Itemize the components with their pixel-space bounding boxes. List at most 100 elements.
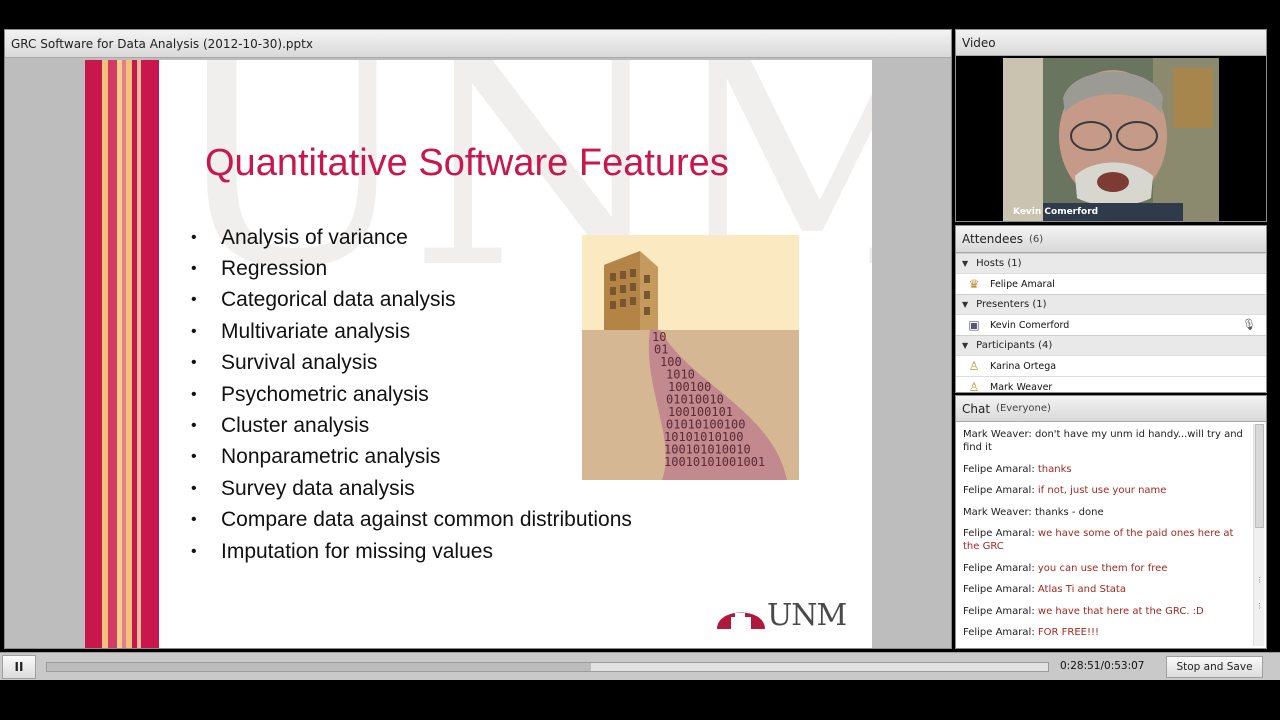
attendees-pod: Attendees (6) ▼ Hosts (1) ♛ Felipe Amaral ▼ P…	[955, 225, 1267, 393]
share-pod: GRC Software for Data Analysis (2012-10-…	[4, 29, 952, 649]
chat-pod-title: Chat	[962, 401, 991, 416]
presenter-video-image	[1003, 58, 1219, 221]
chat-text: you can use them for free	[1037, 562, 1168, 574]
bullet-item: • Imputation for missing values	[191, 536, 632, 567]
bullet-dot: •	[191, 228, 197, 246]
chat-audience: (Everyone)	[996, 403, 1051, 414]
slide-stripe	[85, 60, 102, 648]
attendees-pod-header: Attendees (6)	[956, 226, 1266, 253]
bullet-text: Psychometric analysis	[221, 382, 429, 406]
attendee-name: Felipe Amaral	[990, 278, 1055, 290]
webcam-video: Kevin Comerford	[1003, 58, 1219, 221]
bullet-item: • Regression	[191, 253, 632, 284]
bullet-dot: •	[191, 479, 197, 497]
attendee-group-label: Participants (4)	[976, 340, 1053, 351]
bullet-dot: •	[191, 511, 197, 529]
bullet-text: Multivariate analysis	[221, 319, 411, 343]
video-pod: Video Kevin Comerford	[955, 29, 1267, 222]
playback-progress-fill	[47, 663, 591, 671]
attendee-count: (6)	[1029, 233, 1044, 245]
bullet-list: • Analysis of variance • Regression • Categor…	[191, 222, 632, 567]
attendee-row[interactable]: ♙ Karina Ortega	[956, 355, 1266, 376]
bullet-dot: •	[191, 385, 197, 403]
playback-time: 0:28:51/0:53:07	[1060, 660, 1145, 672]
attendee-group-header[interactable]: ▼ Participants (4)	[956, 335, 1266, 355]
bullet-item: • Nonparametric analysis	[191, 442, 632, 473]
attendee-group-label: Hosts (1)	[976, 258, 1022, 269]
attendees-pod-title: Attendees	[962, 232, 1024, 246]
video-pod-header: Video	[956, 30, 1266, 56]
chat-message: Felipe Amaral: if not, just use your nam…	[963, 484, 1248, 497]
bullet-item: • Multivariate analysis	[191, 316, 632, 347]
attendee-name: Mark Weaver	[990, 381, 1053, 393]
bullet-text: Cluster analysis	[221, 414, 370, 438]
chat-pod-header: Chat (Everyone)	[956, 396, 1266, 422]
attendee-row[interactable]: ▣ Kevin Comerford 🎙	[956, 314, 1266, 335]
bullet-dot: •	[191, 354, 197, 372]
chat-scroll-thumb[interactable]	[1255, 424, 1264, 528]
chat-text: thanks	[1037, 463, 1072, 475]
bullet-dot: •	[191, 291, 197, 309]
chat-scrollbar[interactable]: ⋮ ⋮	[1253, 424, 1264, 646]
share-pod-title: GRC Software for Data Analysis (2012-10-…	[11, 36, 313, 51]
attendee-group-label: Presenters (1)	[976, 299, 1047, 310]
bullet-item: • Psychometric analysis	[191, 379, 632, 410]
bullet-item: • Compare data against common distributio…	[191, 505, 632, 536]
bullet-text: Regression	[221, 257, 328, 281]
attendee-row[interactable]: ♛ Felipe Amaral	[956, 273, 1266, 294]
building-icon	[604, 251, 658, 330]
chat-pod: Chat (Everyone) Mark Weaver: don't have …	[955, 395, 1267, 649]
video-presenter-name: Kevin Comerford	[1013, 207, 1099, 217]
playback-scrubber[interactable]	[46, 662, 1049, 672]
collapse-triangle-icon[interactable]: ▼	[962, 341, 968, 350]
attendee-list: ▼ Hosts (1) ♛ Felipe Amaral ▼ Presenters (1) ▣…	[956, 253, 1266, 393]
chat-message: Felipe Amaral: FOR FREE!!!	[963, 626, 1248, 639]
chat-sender: Mark Weaver:	[963, 506, 1032, 518]
chat-message: Felipe Amaral: Atlas Ti and Stata	[963, 583, 1248, 596]
slide-stripe	[108, 60, 117, 648]
chat-message: Felipe Amaral: we have that here at the …	[963, 605, 1248, 618]
pause-button[interactable]: II	[2, 655, 36, 679]
bullet-dot: •	[191, 260, 197, 278]
chat-text: if not, just use your name	[1037, 485, 1167, 496]
bullet-text: Survival analysis	[221, 351, 378, 375]
unm-logo: UNM	[715, 598, 847, 633]
slide-stripe	[145, 60, 159, 648]
bullet-dot: •	[191, 448, 197, 466]
chat-text: Atlas Ti and Stata	[1037, 584, 1126, 595]
collapse-triangle-icon[interactable]: ▼	[962, 259, 968, 268]
bullet-item: • Categorical data analysis	[191, 285, 632, 316]
building-binary-clipart: 1001100101010010001010010100100101010101…	[582, 235, 799, 480]
chat-sender: Felipe Amaral:	[963, 627, 1035, 638]
microphone-icon: 🎙	[1242, 318, 1256, 331]
chat-sender: Felipe Amaral:	[963, 463, 1035, 475]
bullet-dot: •	[191, 542, 197, 560]
share-area: UNM Quantitative Software Features • Anal…	[5, 58, 951, 648]
playback-bar: II 0:28:51/0:53:07 Stop and Save	[0, 652, 1280, 680]
chat-sender: Felipe Amaral:	[963, 584, 1035, 595]
chat-message: Felipe Amaral: thanks	[963, 463, 1248, 476]
bullet-text: Categorical data analysis	[221, 288, 456, 312]
attendee-row[interactable]: ♙ Mark Weaver	[956, 376, 1266, 393]
binary-line: 10010101001001	[664, 455, 765, 469]
host-icon: ♛	[968, 277, 980, 291]
chat-message: Mark Weaver: don't have my unm id handy.…	[963, 428, 1248, 454]
presenter-icon: ▣	[968, 318, 980, 332]
collapse-triangle-icon[interactable]: ▼	[962, 300, 968, 309]
bullet-text: Nonparametric analysis	[221, 445, 441, 469]
bullet-item: • Survey data analysis	[191, 473, 632, 504]
chat-text: FOR FREE!!!	[1037, 627, 1100, 638]
attendee-group-header[interactable]: ▼ Hosts (1)	[956, 253, 1266, 273]
scroll-grip-icon: ⋮	[1256, 576, 1263, 584]
chat-sender: Mark Weaver:	[963, 429, 1032, 440]
chat-sender: Felipe Amaral:	[963, 528, 1035, 539]
video-pod-title: Video	[962, 35, 996, 50]
slide-title: Quantitative Software Features	[205, 142, 729, 184]
share-pod-header: GRC Software for Data Analysis (2012-10-…	[5, 30, 951, 58]
chat-text: we have that here at the GRC. :D	[1037, 605, 1204, 617]
stop-and-save-button[interactable]: Stop and Save	[1166, 656, 1263, 678]
chat-message: Felipe Amaral: you can use them for free	[963, 562, 1248, 575]
attendee-name: Karina Ortega	[990, 360, 1057, 372]
bullet-text: Imputation for missing values	[221, 539, 493, 563]
attendee-group-header[interactable]: ▼ Presenters (1)	[956, 294, 1266, 314]
